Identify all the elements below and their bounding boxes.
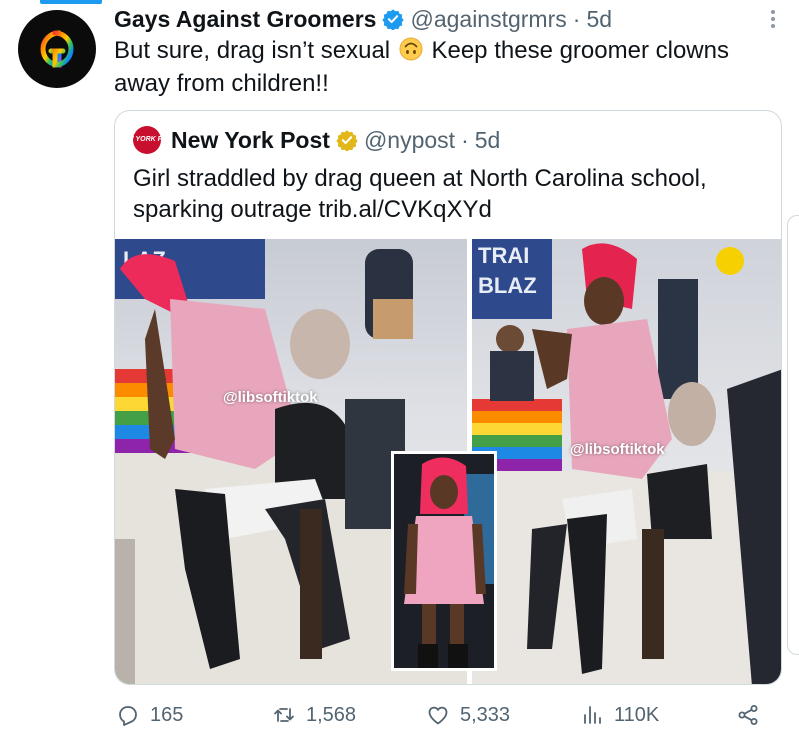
gold-verified-badge-icon bbox=[336, 130, 358, 151]
quoted-avatar[interactable]: NEW YORK POST bbox=[117, 126, 177, 154]
retweet-button[interactable]: 1,568 bbox=[272, 700, 356, 730]
heart-icon bbox=[428, 706, 448, 725]
quoted-tweet-header: NEW YORK POST New York Post @nypost · 5d bbox=[117, 125, 501, 155]
timestamp[interactable]: 5d bbox=[586, 6, 612, 33]
reply-icon bbox=[119, 706, 137, 726]
quoted-separator-dot: · bbox=[461, 126, 469, 153]
quoted-display-name[interactable]: New York Post bbox=[171, 127, 330, 154]
reply-count: 165 bbox=[150, 703, 184, 726]
views-button[interactable]: 110K bbox=[580, 700, 659, 730]
retweet-count: 1,568 bbox=[306, 703, 357, 726]
quoted-timestamp[interactable]: 5d bbox=[475, 127, 501, 154]
quoted-avatar-text: NEW YORK POST bbox=[117, 136, 177, 143]
sign-right-text-2: BLAZ bbox=[478, 273, 537, 298]
share-icon bbox=[738, 705, 758, 725]
tweet[interactable]: Gays Against Groomers @againstgrmrs · 5d… bbox=[0, 0, 799, 732]
watermark-right: @libsoftiktok bbox=[570, 441, 665, 458]
quoted-handle[interactable]: @nypost bbox=[364, 127, 455, 154]
display-name[interactable]: Gays Against Groomers bbox=[114, 6, 376, 33]
inset-photo-scene bbox=[394, 454, 494, 668]
gg-rainbow-logo-icon bbox=[40, 30, 74, 68]
retweet-icon bbox=[274, 708, 294, 722]
like-count: 5,333 bbox=[460, 703, 511, 726]
sign-right-text-1: TRAI bbox=[478, 243, 529, 268]
quoted-tweet-text: Girl straddled by drag queen at North Ca… bbox=[133, 165, 707, 223]
tweet-text-part-1: But sure, drag isn’t sexual bbox=[114, 37, 397, 64]
tweet-actions: 165 1,568 5,333 110K bbox=[114, 700, 786, 730]
share-button[interactable] bbox=[736, 700, 770, 730]
separator-dot: · bbox=[572, 5, 581, 32]
reply-button[interactable]: 165 bbox=[116, 700, 183, 730]
views-bar-chart-icon bbox=[584, 706, 601, 724]
verified-badge-icon bbox=[382, 9, 405, 30]
handle[interactable]: @againstgrmrs bbox=[410, 6, 566, 33]
tweet-header: Gays Against Groomers @againstgrmrs · 5d bbox=[114, 4, 612, 34]
tweet-text: But sure, drag isn’t sexual Keep these g… bbox=[114, 34, 784, 100]
photo-right-scene: TRAI BLAZ bbox=[472, 239, 781, 684]
upside-down-face-emoji-icon bbox=[399, 37, 423, 61]
adjacent-panel-edge bbox=[787, 215, 799, 655]
avatar[interactable] bbox=[18, 10, 96, 88]
views-count: 110K bbox=[614, 703, 660, 726]
media-photo-right[interactable]: TRAI BLAZ @libsoftiktok bbox=[472, 239, 781, 684]
like-button[interactable]: 5,333 bbox=[426, 700, 510, 730]
more-options-icon[interactable] bbox=[771, 10, 777, 28]
watermark-left: @libsoftiktok bbox=[223, 389, 318, 406]
quoted-media[interactable]: LAZ bbox=[115, 239, 781, 684]
media-inset-photo[interactable] bbox=[391, 451, 497, 671]
quoted-tweet[interactable]: NEW YORK POST New York Post @nypost · 5d… bbox=[114, 110, 782, 685]
